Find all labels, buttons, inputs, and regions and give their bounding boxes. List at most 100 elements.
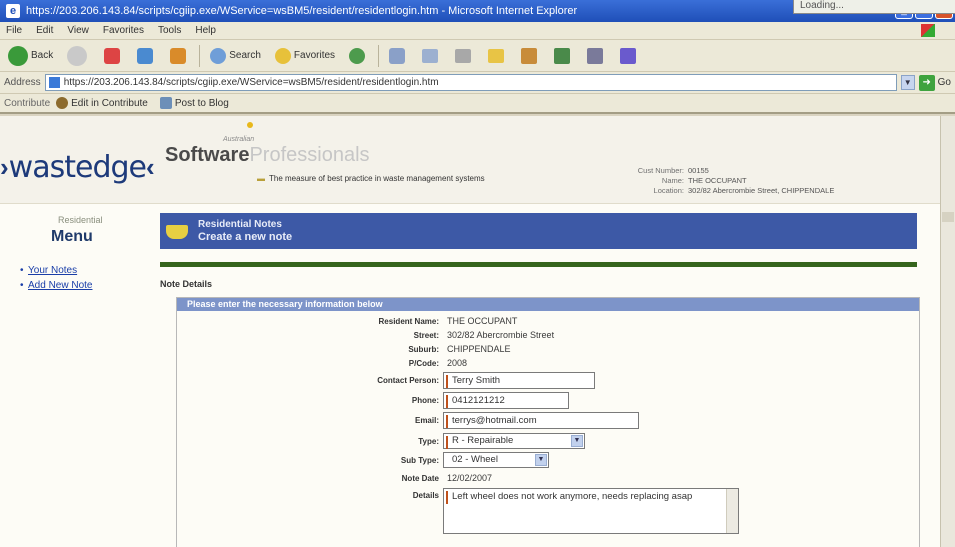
ie-logo-icon: e xyxy=(6,4,20,18)
software-professionals-brand: Australian SoftwareProfessionals ▬ The me… xyxy=(165,122,485,183)
media-button[interactable] xyxy=(345,44,372,68)
focus-indicator xyxy=(446,436,448,449)
mail-icon xyxy=(422,48,439,63)
page-scrollbar[interactable] xyxy=(940,116,955,547)
phone-input[interactable]: 0412121212 xyxy=(443,392,569,409)
menu-edit[interactable]: Edit xyxy=(36,25,53,36)
brand-tagline: ▬ The measure of best practice in waste m… xyxy=(257,174,485,183)
pcode-value: 2008 xyxy=(447,358,468,368)
extra-button[interactable] xyxy=(616,44,643,68)
green-divider xyxy=(160,262,917,267)
search-icon xyxy=(210,47,227,64)
toolbar-separator xyxy=(378,44,380,67)
calculator-icon xyxy=(587,47,604,64)
history-button[interactable] xyxy=(385,44,412,68)
folder-button[interactable] xyxy=(484,44,511,68)
focus-indicator xyxy=(446,491,448,504)
menu-link-your-notes[interactable]: Your Notes xyxy=(20,265,92,276)
research-button[interactable] xyxy=(517,44,544,68)
customer-info: Cust Number: 00155 Name: THE OCCUPANT Lo… xyxy=(637,166,835,195)
edit-in-contribute-button[interactable]: Edit in Contribute xyxy=(56,97,148,109)
focus-indicator xyxy=(446,395,448,408)
brand-dot-icon xyxy=(247,122,253,128)
mail-button[interactable] xyxy=(418,44,445,68)
menu-bar: File Edit View Favorites Tools Help xyxy=(0,22,955,40)
email-input[interactable]: terrys@hotmail.com xyxy=(443,412,639,429)
menu-list: Your Notes Add New Note xyxy=(20,265,93,295)
messenger-button[interactable] xyxy=(550,44,577,68)
page-viewport: › wastedge ‹ Australian SoftwareProfessi… xyxy=(0,116,940,547)
menu-caption: Menu xyxy=(51,228,93,245)
address-dropdown-button[interactable]: ▼ xyxy=(900,75,915,90)
print-button[interactable] xyxy=(451,44,478,68)
browser-window: e https://203.206.143.84/scripts/cgiip.e… xyxy=(0,0,955,547)
menu-help[interactable]: Help xyxy=(195,25,216,36)
back-arrow-icon xyxy=(8,45,28,66)
windows-flag-icon xyxy=(921,24,935,37)
form-row-street: Street: 302/82 Abercrombie Street xyxy=(413,330,555,340)
form-row-pcode: P/Code: 2008 xyxy=(408,358,468,368)
toolbar: Back Search Favorites xyxy=(0,40,955,72)
scrollbar-thumb[interactable] xyxy=(942,212,954,222)
address-input[interactable]: https://203.206.143.84/scripts/cgiip.exe… xyxy=(44,74,897,91)
textarea-scrollbar[interactable] xyxy=(726,489,738,533)
go-button[interactable]: Go xyxy=(938,77,951,88)
note-date-value: 12/02/2007 xyxy=(447,473,493,483)
logo-arrow-icon: › xyxy=(0,152,9,182)
favorites-button[interactable]: Favorites xyxy=(271,44,339,68)
go-arrow-icon[interactable]: ➜ xyxy=(918,74,935,91)
forward-button[interactable] xyxy=(63,44,94,68)
form-row-suburb: Suburb: CHIPPENDALE xyxy=(408,344,511,354)
contact-person-input[interactable]: Terry Smith xyxy=(443,372,595,389)
search-button[interactable]: Search xyxy=(206,44,265,68)
street-value: 302/82 Abercrombie Street xyxy=(447,330,555,340)
note-header-banner: Residential Notes Create a new note xyxy=(160,213,917,249)
contribute-bar: Contribute Edit in Contribute Post to Bl… xyxy=(0,94,955,114)
home-icon xyxy=(170,47,187,64)
form-instructions-bar: Please enter the necessary information b… xyxy=(177,298,919,311)
extension-icon xyxy=(620,47,637,64)
stop-icon xyxy=(104,47,121,64)
menu-file[interactable]: File xyxy=(6,25,22,36)
page-icon xyxy=(48,77,60,88)
note-header-title: Residential Notes xyxy=(198,219,282,230)
folder-icon xyxy=(488,48,505,63)
menu-view[interactable]: View xyxy=(67,25,89,36)
blog-icon xyxy=(159,97,172,109)
research-icon xyxy=(521,47,538,64)
refresh-icon xyxy=(137,47,154,64)
form-row-note-date: Note Date 12/02/2007 xyxy=(401,473,493,483)
note-header-subtitle: Create a new note xyxy=(198,231,293,243)
site-header: › wastedge ‹ Australian SoftwareProfessi… xyxy=(0,116,940,204)
logo-arrow-icon: ‹ xyxy=(145,152,155,182)
history-icon xyxy=(389,47,406,64)
contribute-icon xyxy=(56,97,69,109)
media-icon xyxy=(349,47,366,64)
refresh-button[interactable] xyxy=(133,44,160,68)
wastedge-logo[interactable]: › wastedge ‹ xyxy=(0,150,155,185)
window-title: https://203.206.143.84/scripts/cgiip.exe… xyxy=(26,5,578,17)
home-button[interactable] xyxy=(166,44,193,68)
calc-button[interactable] xyxy=(583,44,610,68)
menu-tools[interactable]: Tools xyxy=(158,25,181,36)
post-to-blog-button[interactable]: Post to Blog xyxy=(159,97,229,109)
details-textarea[interactable]: Left wheel does not work anymore, needs … xyxy=(443,488,739,534)
resident-name-value: THE OCCUPANT xyxy=(447,316,518,326)
address-label: Address xyxy=(4,77,41,88)
folder-icon xyxy=(166,225,188,239)
back-button[interactable]: Back xyxy=(4,44,57,68)
stop-button[interactable] xyxy=(100,44,127,68)
star-icon xyxy=(274,47,291,64)
focus-indicator xyxy=(446,375,448,388)
subtype-select[interactable]: 02 - Wheel ▼ xyxy=(443,452,549,468)
messenger-icon xyxy=(554,47,571,64)
focus-indicator xyxy=(446,415,448,428)
toolbar-separator xyxy=(199,44,201,67)
menu-link-add-new-note[interactable]: Add New Note xyxy=(20,280,93,291)
type-select[interactable]: R - Repairable ▼ xyxy=(443,433,585,449)
menu-favorites[interactable]: Favorites xyxy=(103,25,144,36)
left-menu: Residential Menu Your Notes Add New Note xyxy=(0,205,158,547)
suburb-value: CHIPPENDALE xyxy=(447,344,511,354)
overlay-tab: Loading... xyxy=(793,0,955,14)
chevron-down-icon: ▼ xyxy=(535,454,547,466)
